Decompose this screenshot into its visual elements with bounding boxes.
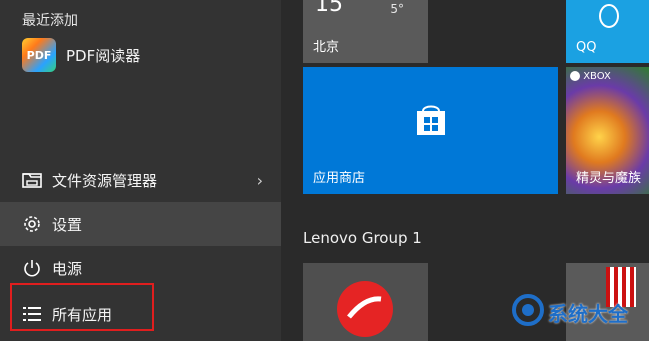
watermark-logo-icon (512, 294, 544, 330)
chevron-right-icon[interactable]: › (257, 171, 263, 190)
tile-store[interactable]: 应用商店 (303, 67, 558, 194)
nav-label: 文件资源管理器 (52, 171, 158, 190)
watermark: 系统大全 (512, 294, 628, 330)
start-menu-left-panel: 最近添加 PDF PDF阅读器 文件资源管理器 › 设置 电源 所有应用 (0, 0, 281, 341)
tile-label: 应用商店 (313, 171, 366, 186)
tile-group-title: Lenovo Group 1 (303, 229, 422, 247)
highlight-box (10, 283, 154, 331)
tile-xbox-game[interactable]: XBOX 精灵与魔族 (566, 67, 649, 194)
weather-temperature: 15 (315, 0, 343, 17)
watermark-text: 系统大全 (548, 301, 628, 326)
qq-penguin-icon (596, 2, 622, 32)
nav-item-settings[interactable]: 设置 (0, 202, 281, 246)
nav-label: 电源 (52, 259, 83, 278)
pdf-reader-icon: PDF (22, 38, 56, 72)
weather-degree: 5° (390, 2, 404, 16)
tile-label: 精灵与魔族 (576, 171, 642, 186)
tile-weather[interactable]: 15 5° 北京 (303, 0, 428, 63)
recent-section-title: 最近添加 (22, 13, 78, 29)
tile-label: 北京 (313, 40, 340, 55)
store-bag-icon (413, 101, 449, 141)
tile-qq[interactable]: QQ (566, 0, 649, 63)
xbox-brand: XBOX (583, 71, 611, 82)
app-label: PDF阅读器 (66, 46, 141, 65)
lenovo-app-icon (335, 279, 395, 341)
nav-item-file-explorer[interactable]: 文件资源管理器 › (0, 158, 281, 202)
power-icon (20, 256, 44, 280)
xbox-logo-icon: XBOX (570, 71, 611, 82)
tile-lenovo-app[interactable] (303, 263, 428, 341)
recent-app-pdf-reader[interactable]: PDF PDF阅读器 (22, 38, 140, 72)
tile-label: QQ (576, 40, 597, 55)
nav-label: 设置 (52, 215, 83, 234)
gear-icon (20, 212, 44, 236)
file-explorer-icon (20, 168, 44, 192)
